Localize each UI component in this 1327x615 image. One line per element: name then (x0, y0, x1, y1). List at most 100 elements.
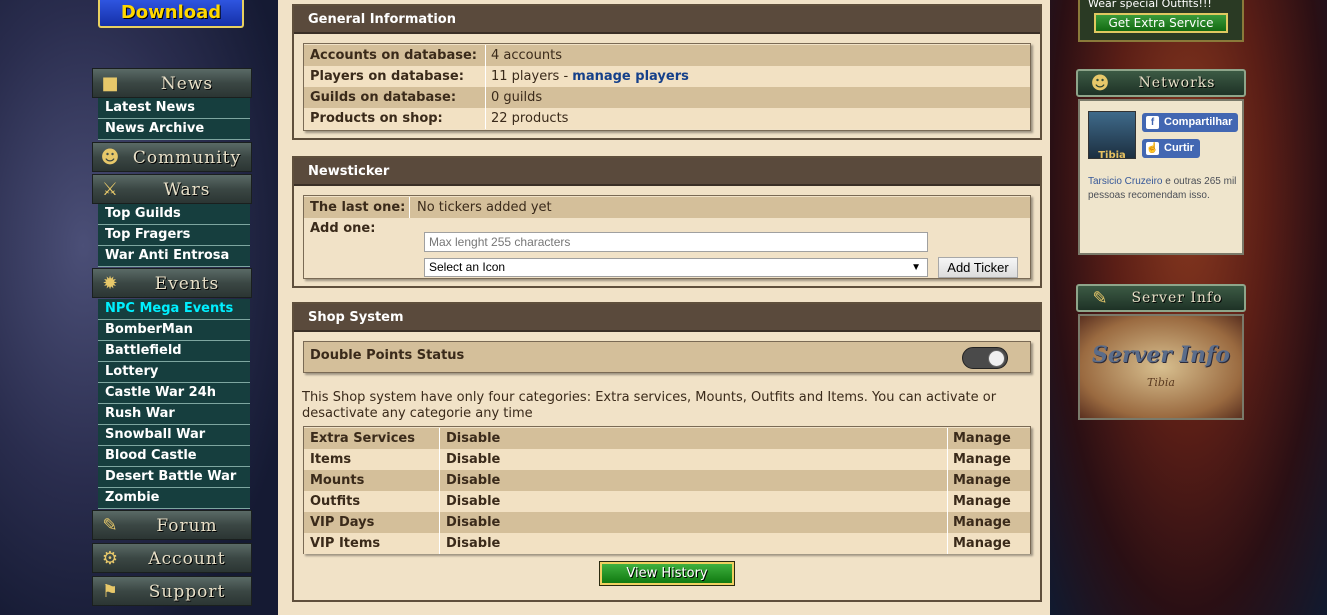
column-divider (947, 449, 948, 470)
disable-link[interactable]: Disable (446, 491, 500, 512)
column-divider (439, 449, 440, 470)
column-divider (439, 512, 440, 533)
table-row: VIP Items Disable Manage (304, 533, 1030, 554)
category-name: Extra Services (310, 431, 415, 446)
get-extra-service-button[interactable]: Get Extra Service (1094, 13, 1228, 33)
server-info-banner-subtitle: Tibia (1147, 376, 1175, 389)
shop-description: This Shop system have only four categori… (302, 390, 997, 421)
menu-item-war-anti-entrosa[interactable]: War Anti Entrosa (98, 246, 250, 267)
column-divider (439, 491, 440, 512)
disable-link[interactable]: Disable (446, 449, 500, 470)
promo-text: Wear special Outfits!!! (1088, 0, 1212, 10)
menu-header-forum[interactable]: ✎ Forum (92, 510, 252, 540)
disable-link[interactable]: Disable (446, 512, 500, 533)
row-label: Accounts on database: (310, 48, 478, 63)
manage-link[interactable]: Manage (953, 449, 1011, 470)
menu-item-news-archive[interactable]: News Archive (98, 119, 250, 140)
menu-header-community[interactable]: ☻ Community (92, 142, 252, 172)
friend-name-link[interactable]: Tarsicio Cruzeiro (1088, 176, 1162, 187)
menu-item-snowball-war[interactable]: Snowball War (98, 425, 250, 446)
menu-item-battlefield[interactable]: Battlefield (98, 341, 250, 362)
row-value: 11 players - manage players (491, 66, 689, 87)
menu-item-desert-battle-war[interactable]: Desert Battle War (98, 467, 250, 488)
crossed-swords-icon: ⚔ (101, 179, 119, 200)
menu-item-castle-war[interactable]: Castle War 24h (98, 383, 250, 404)
double-points-row: Double Points Status (303, 341, 1031, 373)
menu-header-label: Community (132, 148, 242, 168)
row-label: Guilds on database: (310, 90, 457, 105)
extra-service-box: Wear special Outfits!!! Get Extra Servic… (1078, 0, 1244, 42)
newsticker-form: The last one: No tickers added yet Add o… (303, 195, 1031, 279)
thumbs-up-icon: ☝ (1146, 142, 1159, 155)
panel-title: General Information (294, 6, 1040, 34)
manage-link[interactable]: Manage (953, 428, 1011, 449)
disable-link[interactable]: Disable (446, 533, 500, 554)
server-info-banner-title: Server Info (1092, 342, 1230, 368)
players-count: 11 players - (491, 69, 573, 84)
menu-header-account[interactable]: ⚙ Account (92, 543, 252, 573)
menu-header-support[interactable]: ⚑ Support (92, 576, 252, 606)
disable-link[interactable]: Disable (446, 470, 500, 491)
menu-header-label: Account (148, 549, 226, 569)
community-icon: ☻ (1090, 73, 1110, 94)
menu-item-npc-mega-events[interactable]: NPC Mega Events (98, 299, 250, 320)
row-label: Products on shop: (310, 111, 443, 126)
column-divider (439, 470, 440, 491)
menu-item-latest-news[interactable]: Latest News (98, 98, 250, 119)
menu-header-label: Wars (163, 180, 211, 200)
menu-item-zombie[interactable]: Zombie (98, 488, 250, 509)
disable-link[interactable]: Disable (446, 428, 500, 449)
facebook-icon: f (1146, 116, 1159, 129)
shop-system-panel: Shop System Double Points Status This Sh… (292, 302, 1042, 602)
last-ticker-value: No tickers added yet (417, 200, 552, 215)
menu-item-blood-castle[interactable]: Blood Castle (98, 446, 250, 467)
facebook-like-button[interactable]: ☝ Curtir (1142, 139, 1200, 158)
menu-item-rush-war[interactable]: Rush War (98, 404, 250, 425)
menu-header-events[interactable]: ✹ Events (92, 268, 252, 298)
manage-link[interactable]: Manage (953, 533, 1011, 554)
column-divider (947, 428, 948, 449)
table-row: Extra Services Disable Manage (304, 428, 1030, 449)
menu-header-label: News (160, 74, 214, 94)
table-row: VIP Days Disable Manage (304, 512, 1030, 533)
facebook-share-button[interactable]: f Compartilhar (1142, 113, 1238, 132)
server-info-banner[interactable]: Server Info Tibia (1078, 314, 1244, 420)
column-divider (485, 108, 486, 129)
page-name: Tibia (1098, 150, 1126, 161)
networks-box: Tibia f Compartilhar ☝ Curtir Tarsicio Cru… (1078, 99, 1244, 255)
double-points-toggle[interactable] (962, 347, 1008, 369)
manage-link[interactable]: Manage (953, 491, 1011, 512)
manage-players-link[interactable]: manage players (572, 69, 689, 84)
events-icon: ✹ (102, 273, 118, 294)
view-history-button[interactable]: View History (599, 561, 735, 586)
like-label: Curtir (1164, 142, 1194, 154)
table-row: Products on shop: 22 products (304, 108, 1030, 129)
table-row: Mounts Disable Manage (304, 470, 1030, 491)
table-row: Items Disable Manage (304, 449, 1030, 470)
add-ticker-label: Add one: (310, 221, 376, 236)
row-value: 4 accounts (491, 48, 562, 63)
table-row: Accounts on database: 4 accounts (304, 45, 1030, 66)
ticker-icon-select[interactable]: Select an Icon ▼ (424, 258, 928, 277)
menu-item-lottery[interactable]: Lottery (98, 362, 250, 383)
account-icon: ⚙ (101, 548, 119, 569)
category-name: Outfits (310, 494, 361, 509)
menu-item-top-guilds[interactable]: Top Guilds (98, 204, 250, 225)
server-info-title: Server Info (1131, 290, 1223, 306)
ticker-text-input[interactable]: Max lenght 255 characters (424, 232, 928, 252)
menu-item-top-fragers[interactable]: Top Fragers (98, 225, 250, 246)
tibia-page-avatar[interactable]: Tibia (1088, 111, 1136, 161)
add-ticker-button[interactable]: Add Ticker (938, 257, 1018, 278)
category-name: VIP Days (310, 515, 375, 530)
download-button[interactable]: Download (98, 0, 244, 28)
menu-header-wars[interactable]: ⚔ Wars (92, 174, 252, 204)
menu-header-label: Events (154, 274, 220, 294)
menu-header-news[interactable]: ■ News (92, 68, 252, 98)
community-icon: ☻ (100, 147, 120, 168)
manage-link[interactable]: Manage (953, 512, 1011, 533)
manage-link[interactable]: Manage (953, 470, 1011, 491)
left-menu: Download ■ News Latest News News Archive… (86, 0, 258, 615)
menu-item-bomberman[interactable]: BomberMan (98, 320, 250, 341)
fb-recommend-text: Tarsicio Cruzeiro e outras 265 mil pesso… (1088, 175, 1242, 203)
share-label: Compartilhar (1164, 116, 1233, 128)
